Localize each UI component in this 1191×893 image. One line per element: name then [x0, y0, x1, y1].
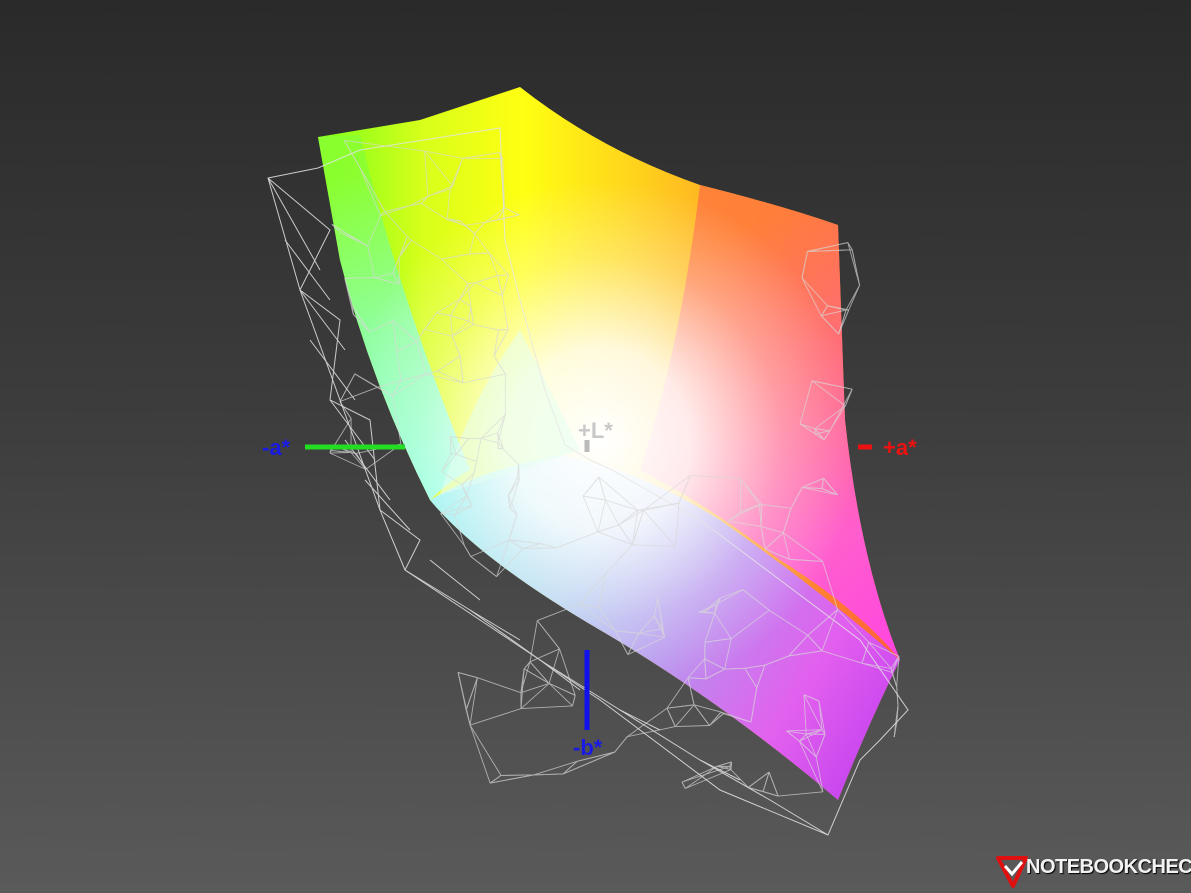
- mesh-edge: [497, 274, 509, 276]
- mesh-edge: [559, 648, 576, 696]
- mesh-edge: [572, 695, 576, 707]
- mesh-edge: [675, 725, 710, 728]
- mesh-edge: [533, 773, 564, 776]
- mesh-edge: [469, 724, 491, 784]
- mesh-edge: [681, 781, 686, 789]
- mesh-edge: [465, 677, 478, 710]
- mesh-edge: [548, 683, 573, 707]
- mesh-edge: [333, 418, 352, 447]
- mesh-edge: [536, 620, 560, 650]
- mesh-edge: [344, 277, 375, 279]
- mesh-edge: [469, 708, 522, 726]
- mesh-edge: [666, 677, 689, 709]
- mesh-edge: [666, 704, 695, 709]
- mesh-edge: [896, 686, 899, 706]
- mesh-edge: [666, 708, 676, 727]
- mesh-edge: [339, 386, 378, 403]
- mesh-edge: [730, 769, 749, 788]
- mesh-edge: [716, 761, 732, 767]
- mesh-edge: [354, 373, 378, 388]
- mesh-edge: [693, 704, 722, 713]
- notebookcheck-logo: NOTEBOOKCHECK: [996, 850, 1191, 890]
- notebookcheck-check-icon: [996, 856, 1028, 888]
- mesh-edge: [548, 682, 576, 696]
- mesh-edge: [529, 648, 560, 663]
- mesh-edge: [520, 683, 550, 709]
- mesh-edge: [521, 705, 573, 710]
- mesh-edge: [520, 682, 550, 694]
- minus-b-axis-label: -b*: [573, 735, 603, 760]
- mesh-edge: [465, 709, 471, 726]
- mesh-edge: [470, 556, 497, 577]
- mesh-edge: [533, 760, 578, 776]
- mesh-edge: [748, 771, 770, 788]
- mesh-edge: [457, 672, 467, 710]
- plus-a-axis-label: +a*: [883, 435, 917, 460]
- mesh-edge: [500, 774, 534, 776]
- mesh-edge: [778, 791, 823, 797]
- mesh-edge: [520, 661, 531, 693]
- plus-l-axis-label: +L*: [578, 418, 613, 443]
- gamut-surface: [318, 87, 900, 800]
- mesh-edge: [350, 452, 367, 470]
- mesh-edge: [845, 284, 860, 311]
- mesh-edge: [748, 787, 764, 792]
- mesh-edge: [851, 249, 861, 286]
- mesh-edge: [674, 704, 695, 727]
- mesh-edge: [762, 771, 770, 792]
- mesh-edge: [469, 677, 478, 726]
- notebookcheck-logo-text: NOTEBOOKCHECK: [1026, 856, 1191, 878]
- mesh-edge: [469, 724, 502, 776]
- mesh-edge: [464, 545, 472, 557]
- mesh-edge: [768, 771, 779, 797]
- minus-a-axis-label: -a*: [262, 435, 291, 460]
- mesh-edge: [523, 668, 550, 684]
- mesh-edge: [477, 677, 522, 694]
- gamut-3d-view: +L* -a* +a* -b*: [262, 87, 917, 836]
- mesh-edge: [614, 736, 628, 753]
- mesh-edge: [498, 329, 509, 331]
- mesh-edge: [709, 711, 722, 726]
- mesh-edge: [681, 765, 718, 783]
- mesh-edge: [457, 671, 478, 679]
